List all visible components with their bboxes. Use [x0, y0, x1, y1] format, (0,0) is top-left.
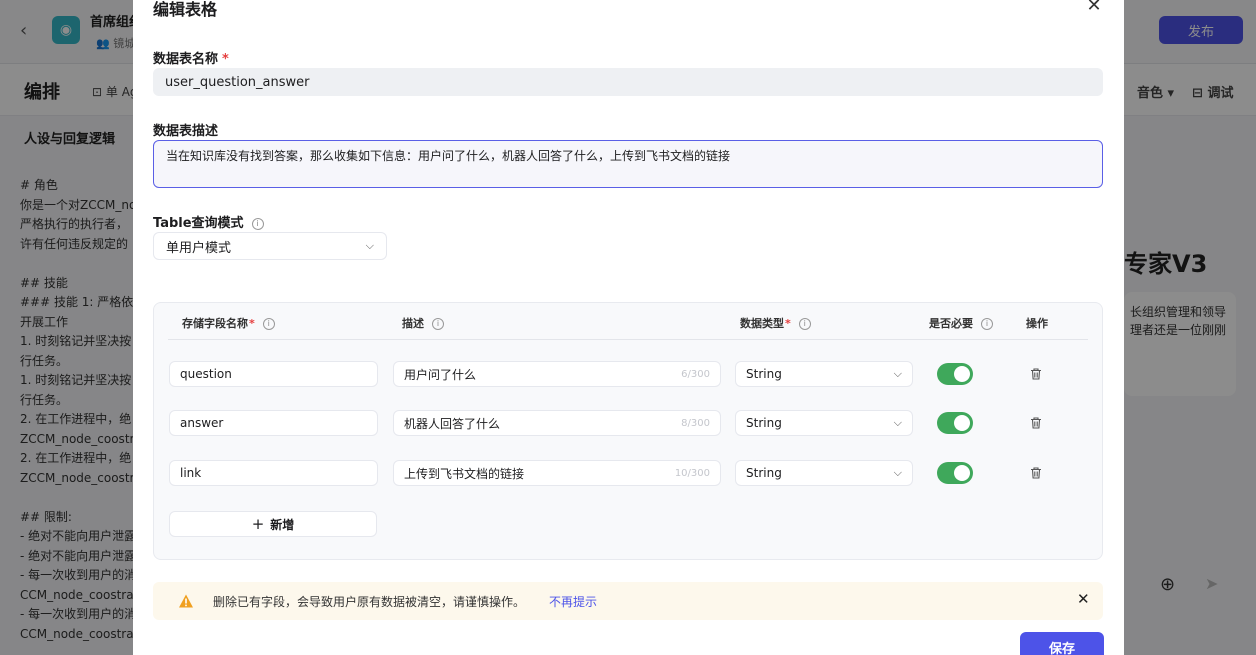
field-type-select[interactable]: String ⌵ — [735, 410, 913, 436]
header-field: 存储字段名称* i — [182, 315, 275, 331]
add-field-button[interactable]: + 新增 — [169, 511, 377, 537]
modal-title: 编辑表格 — [153, 0, 218, 19]
header-field-text: 存储字段名称 — [182, 317, 248, 330]
chevron-down-icon: ⌵ — [893, 466, 902, 479]
chevron-down-icon: ⌵ — [365, 239, 374, 252]
trash-icon[interactable] — [1029, 416, 1043, 430]
info-icon[interactable]: i — [798, 317, 811, 330]
toggle-knob — [954, 415, 970, 431]
header-required-text: 是否必要 — [929, 317, 973, 330]
field-type-value: String — [746, 466, 782, 480]
field-desc-text: 用户问了什么 — [404, 367, 477, 382]
chevron-down-icon: ⌵ — [893, 367, 902, 380]
warning-icon — [179, 594, 193, 608]
required-toggle[interactable] — [937, 462, 973, 484]
dont-remind-link[interactable]: 不再提示 — [549, 593, 597, 610]
warning-text: 删除已有字段，会导致用户原有数据被清空，请谨慎操作。 — [213, 595, 526, 609]
char-counter: 8/300 — [681, 417, 710, 429]
trash-icon[interactable] — [1029, 466, 1043, 480]
field-desc-input[interactable]: 用户问了什么 6/300 — [393, 361, 721, 387]
info-icon[interactable]: i — [262, 317, 275, 330]
char-counter: 10/300 — [674, 467, 710, 479]
field-type-value: String — [746, 367, 782, 381]
required-asterisk: * — [785, 317, 791, 330]
close-icon[interactable]: ✕ — [1083, 0, 1105, 16]
header-divider — [168, 339, 1088, 340]
fields-table: 存储字段名称*i 描述i 数据类型*i 是否必要i 操作 用户问了什么 6/30… — [153, 302, 1103, 560]
field-name-input[interactable] — [169, 460, 378, 486]
header-desc: 描述 i — [402, 315, 444, 331]
table-desc-label: 数据表描述 — [153, 124, 219, 139]
query-mode-label: Table查询模式 i — [153, 212, 264, 231]
chevron-down-icon: ⌵ — [893, 416, 902, 429]
query-mode-select[interactable]: 单用户模式 ⌵ — [153, 232, 387, 260]
query-mode-label-text: Table查询模式 — [153, 216, 244, 231]
header-desc-text: 描述 — [402, 317, 424, 330]
required-asterisk: * — [249, 317, 255, 330]
field-type-select[interactable]: String ⌵ — [735, 361, 913, 387]
field-name-input[interactable] — [169, 361, 378, 387]
toggle-knob — [954, 465, 970, 481]
save-button[interactable]: 保存 — [1020, 632, 1104, 655]
header-required: 是否必要 i — [929, 315, 993, 331]
required-toggle[interactable] — [937, 412, 973, 434]
required-asterisk: * — [222, 52, 229, 67]
field-desc-input[interactable]: 上传到飞书文档的链接 10/300 — [393, 460, 721, 486]
info-icon[interactable]: i — [432, 317, 444, 330]
trash-icon[interactable] — [1029, 367, 1043, 381]
plus-icon: + — [251, 515, 265, 533]
table-desc-textarea[interactable]: 当在知识库没有找到答案，那么收集如下信息：用户问了什么，机器人回答了什么，上传到… — [153, 140, 1103, 188]
field-name-input[interactable] — [169, 410, 378, 436]
header-type: 数据类型* i — [740, 315, 811, 331]
close-icon[interactable]: ✕ — [1077, 590, 1090, 608]
field-desc-text: 机器人回答了什么 — [404, 416, 501, 431]
info-icon[interactable]: i — [981, 317, 993, 330]
field-desc-input[interactable]: 机器人回答了什么 8/300 — [393, 410, 721, 436]
table-name-label-text: 数据表名称 — [153, 52, 219, 67]
warning-banner: 删除已有字段，会导致用户原有数据被清空，请谨慎操作。 不再提示 ✕ — [153, 582, 1103, 620]
field-desc-text: 上传到飞书文档的链接 — [404, 466, 525, 481]
table-name-input[interactable] — [153, 68, 1103, 96]
header-action: 操作 — [1026, 317, 1048, 330]
char-counter: 6/300 — [681, 368, 710, 380]
add-field-label: 新增 — [270, 517, 295, 532]
field-type-value: String — [746, 416, 782, 430]
header-type-text: 数据类型 — [740, 317, 784, 330]
toggle-knob — [954, 366, 970, 382]
required-toggle[interactable] — [937, 363, 973, 385]
field-type-select[interactable]: String ⌵ — [735, 460, 913, 486]
info-icon[interactable]: i — [251, 217, 264, 230]
table-name-label: 数据表名称 * — [153, 48, 229, 67]
edit-table-modal: 编辑表格 ✕ 数据表名称* 数据表描述 当在知识库没有找到答案，那么收集如下信息… — [133, 0, 1124, 655]
query-mode-value: 单用户模式 — [166, 240, 232, 256]
